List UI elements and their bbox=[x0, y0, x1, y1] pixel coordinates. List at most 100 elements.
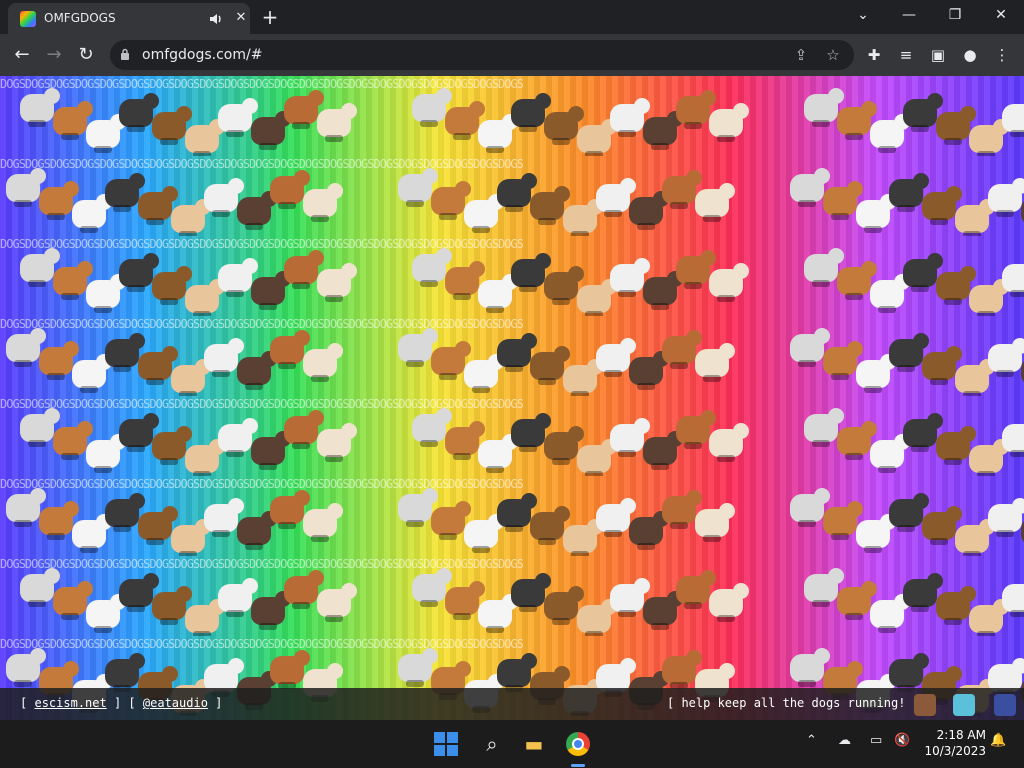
dog-sprite bbox=[152, 426, 192, 465]
forward-button[interactable]: → bbox=[42, 43, 66, 67]
dog-sprite bbox=[870, 434, 910, 473]
dog-sprite bbox=[171, 519, 211, 556]
close-window-button[interactable]: ✕ bbox=[978, 0, 1024, 30]
dog-sprite bbox=[903, 253, 943, 292]
chevron-up-icon[interactable]: ⌃ bbox=[806, 733, 817, 748]
dog-sprite bbox=[790, 648, 830, 687]
dog-sprite bbox=[676, 250, 716, 289]
dog-sprite bbox=[1002, 264, 1024, 297]
lock-icon[interactable] bbox=[120, 48, 130, 60]
dog-sprite bbox=[185, 279, 225, 316]
minimize-button[interactable]: — bbox=[886, 0, 932, 30]
cat-sprite-icon[interactable] bbox=[953, 694, 975, 716]
browser-tab[interactable]: OMFGDOGS ✕ bbox=[8, 3, 250, 34]
dog-sprite bbox=[969, 439, 1009, 476]
network-icon[interactable]: ▭ bbox=[870, 733, 882, 748]
url-text[interactable]: omfgdogs.com/# bbox=[142, 47, 262, 63]
dog-sprite bbox=[662, 330, 702, 369]
new-tab-button[interactable]: + bbox=[258, 5, 282, 29]
dog-sprite bbox=[903, 573, 943, 612]
tab-close-icon[interactable]: ✕ bbox=[232, 9, 250, 27]
footer-bracket-close: ] bbox=[113, 696, 122, 710]
profile-icon[interactable]: ● bbox=[960, 45, 980, 65]
dog-sprite bbox=[53, 261, 93, 300]
dog-sprite bbox=[662, 170, 702, 209]
audio-icon[interactable] bbox=[208, 11, 224, 27]
dog-sprite bbox=[662, 490, 702, 529]
address-bar[interactable]: omfgdogs.com/# ⇪ ☆ bbox=[110, 40, 854, 70]
dog-band: DOGSDOGSDOGSDOGSDOGSDOGSDOGSDOGSDOGSDOGS… bbox=[0, 316, 1024, 396]
dog-sprite bbox=[988, 338, 1024, 377]
dog-sprite bbox=[138, 346, 178, 385]
search-icon[interactable]: ⌕ bbox=[478, 730, 506, 758]
bell-icon[interactable]: 🔔 bbox=[990, 733, 1006, 748]
menu-icon[interactable]: ⋮ bbox=[992, 45, 1012, 65]
dog-sprite bbox=[445, 261, 485, 300]
dog-sprite bbox=[610, 578, 650, 617]
onedrive-icon[interactable]: ☁ bbox=[838, 733, 851, 748]
clock-time: 2:18 AM bbox=[936, 728, 986, 742]
windows-start-icon[interactable] bbox=[434, 732, 458, 756]
dog-sprite bbox=[955, 519, 995, 556]
dog-sprite bbox=[804, 568, 844, 607]
dog-row bbox=[0, 556, 1024, 636]
creature-sprite-icon[interactable] bbox=[994, 694, 1016, 716]
tab-bar: OMFGDOGS ✕ + ⌄ — ❐ ✕ bbox=[0, 0, 1024, 34]
dog-sprite bbox=[577, 439, 617, 476]
volume-icon[interactable]: 🔇 bbox=[894, 733, 910, 748]
star-icon[interactable]: ☆ bbox=[824, 46, 842, 64]
dog-sprite bbox=[837, 261, 877, 300]
dog-sprite bbox=[969, 279, 1009, 316]
dog-sprite bbox=[20, 408, 60, 447]
sidepanel-icon[interactable]: ▣ bbox=[928, 45, 948, 65]
dog-sprite bbox=[511, 93, 551, 132]
footer-bracket-open-2: [ bbox=[128, 696, 136, 710]
dog-sprite bbox=[251, 591, 291, 630]
extensions-icon[interactable]: ✚ bbox=[864, 45, 884, 65]
clock[interactable]: 2:18 AM 10/3/2023 bbox=[916, 727, 986, 759]
dog-sprite bbox=[662, 650, 702, 689]
dog-sprite bbox=[6, 168, 46, 207]
favicon-icon bbox=[20, 11, 36, 27]
dog-sprite bbox=[988, 178, 1024, 217]
escism-link[interactable]: escism.net bbox=[34, 696, 106, 710]
dog-sprite bbox=[790, 488, 830, 527]
dog-sprite bbox=[171, 359, 211, 396]
back-button[interactable]: ← bbox=[10, 43, 34, 67]
media-icon[interactable]: ≡ bbox=[896, 45, 916, 65]
dog-sprite bbox=[922, 506, 962, 545]
dog-band: DOGSDOGSDOGSDOGSDOGSDOGSDOGSDOGSDOGSDOGS… bbox=[0, 156, 1024, 236]
tab-search-icon[interactable]: ⌄ bbox=[840, 0, 886, 30]
dog-sprite bbox=[563, 199, 603, 236]
dog-sprite bbox=[270, 650, 310, 689]
dog-sprite bbox=[138, 506, 178, 545]
dog-sprite bbox=[185, 119, 225, 156]
dog-sprite bbox=[251, 111, 291, 150]
dog-sprite bbox=[563, 519, 603, 556]
dog-sprite bbox=[53, 421, 93, 460]
dog-sprite bbox=[709, 423, 749, 462]
dog-sprite bbox=[270, 170, 310, 209]
chrome-icon[interactable] bbox=[566, 732, 590, 756]
restore-button[interactable]: ❐ bbox=[932, 0, 978, 30]
dog-sprite-icon[interactable] bbox=[914, 694, 936, 716]
active-app-indicator bbox=[571, 764, 585, 767]
dog-sprite bbox=[412, 568, 452, 607]
dog-sprite bbox=[969, 119, 1009, 156]
dog-sprite bbox=[870, 274, 910, 313]
dogs-animation-area: DOGSDOGSDOGSDOGSDOGSDOGSDOGSDOGSDOGSDOGS… bbox=[0, 76, 1024, 720]
help-dogs-text[interactable]: [ help keep all the dogs running! ] bbox=[667, 696, 920, 710]
folder-icon[interactable]: ▬ bbox=[520, 730, 548, 758]
share-icon[interactable]: ⇪ bbox=[792, 46, 810, 64]
eataudio-link[interactable]: @eataudio bbox=[143, 696, 208, 710]
dog-sprite bbox=[237, 191, 277, 230]
dog-sprite bbox=[284, 90, 324, 129]
dog-sprite bbox=[185, 439, 225, 476]
dog-sprite bbox=[478, 434, 518, 473]
dog-sprite bbox=[1002, 104, 1024, 137]
dog-sprite bbox=[105, 653, 145, 692]
dog-sprite bbox=[1002, 424, 1024, 457]
dog-sprite bbox=[412, 88, 452, 127]
reload-button[interactable]: ↻ bbox=[74, 43, 98, 67]
dog-sprite bbox=[903, 93, 943, 132]
